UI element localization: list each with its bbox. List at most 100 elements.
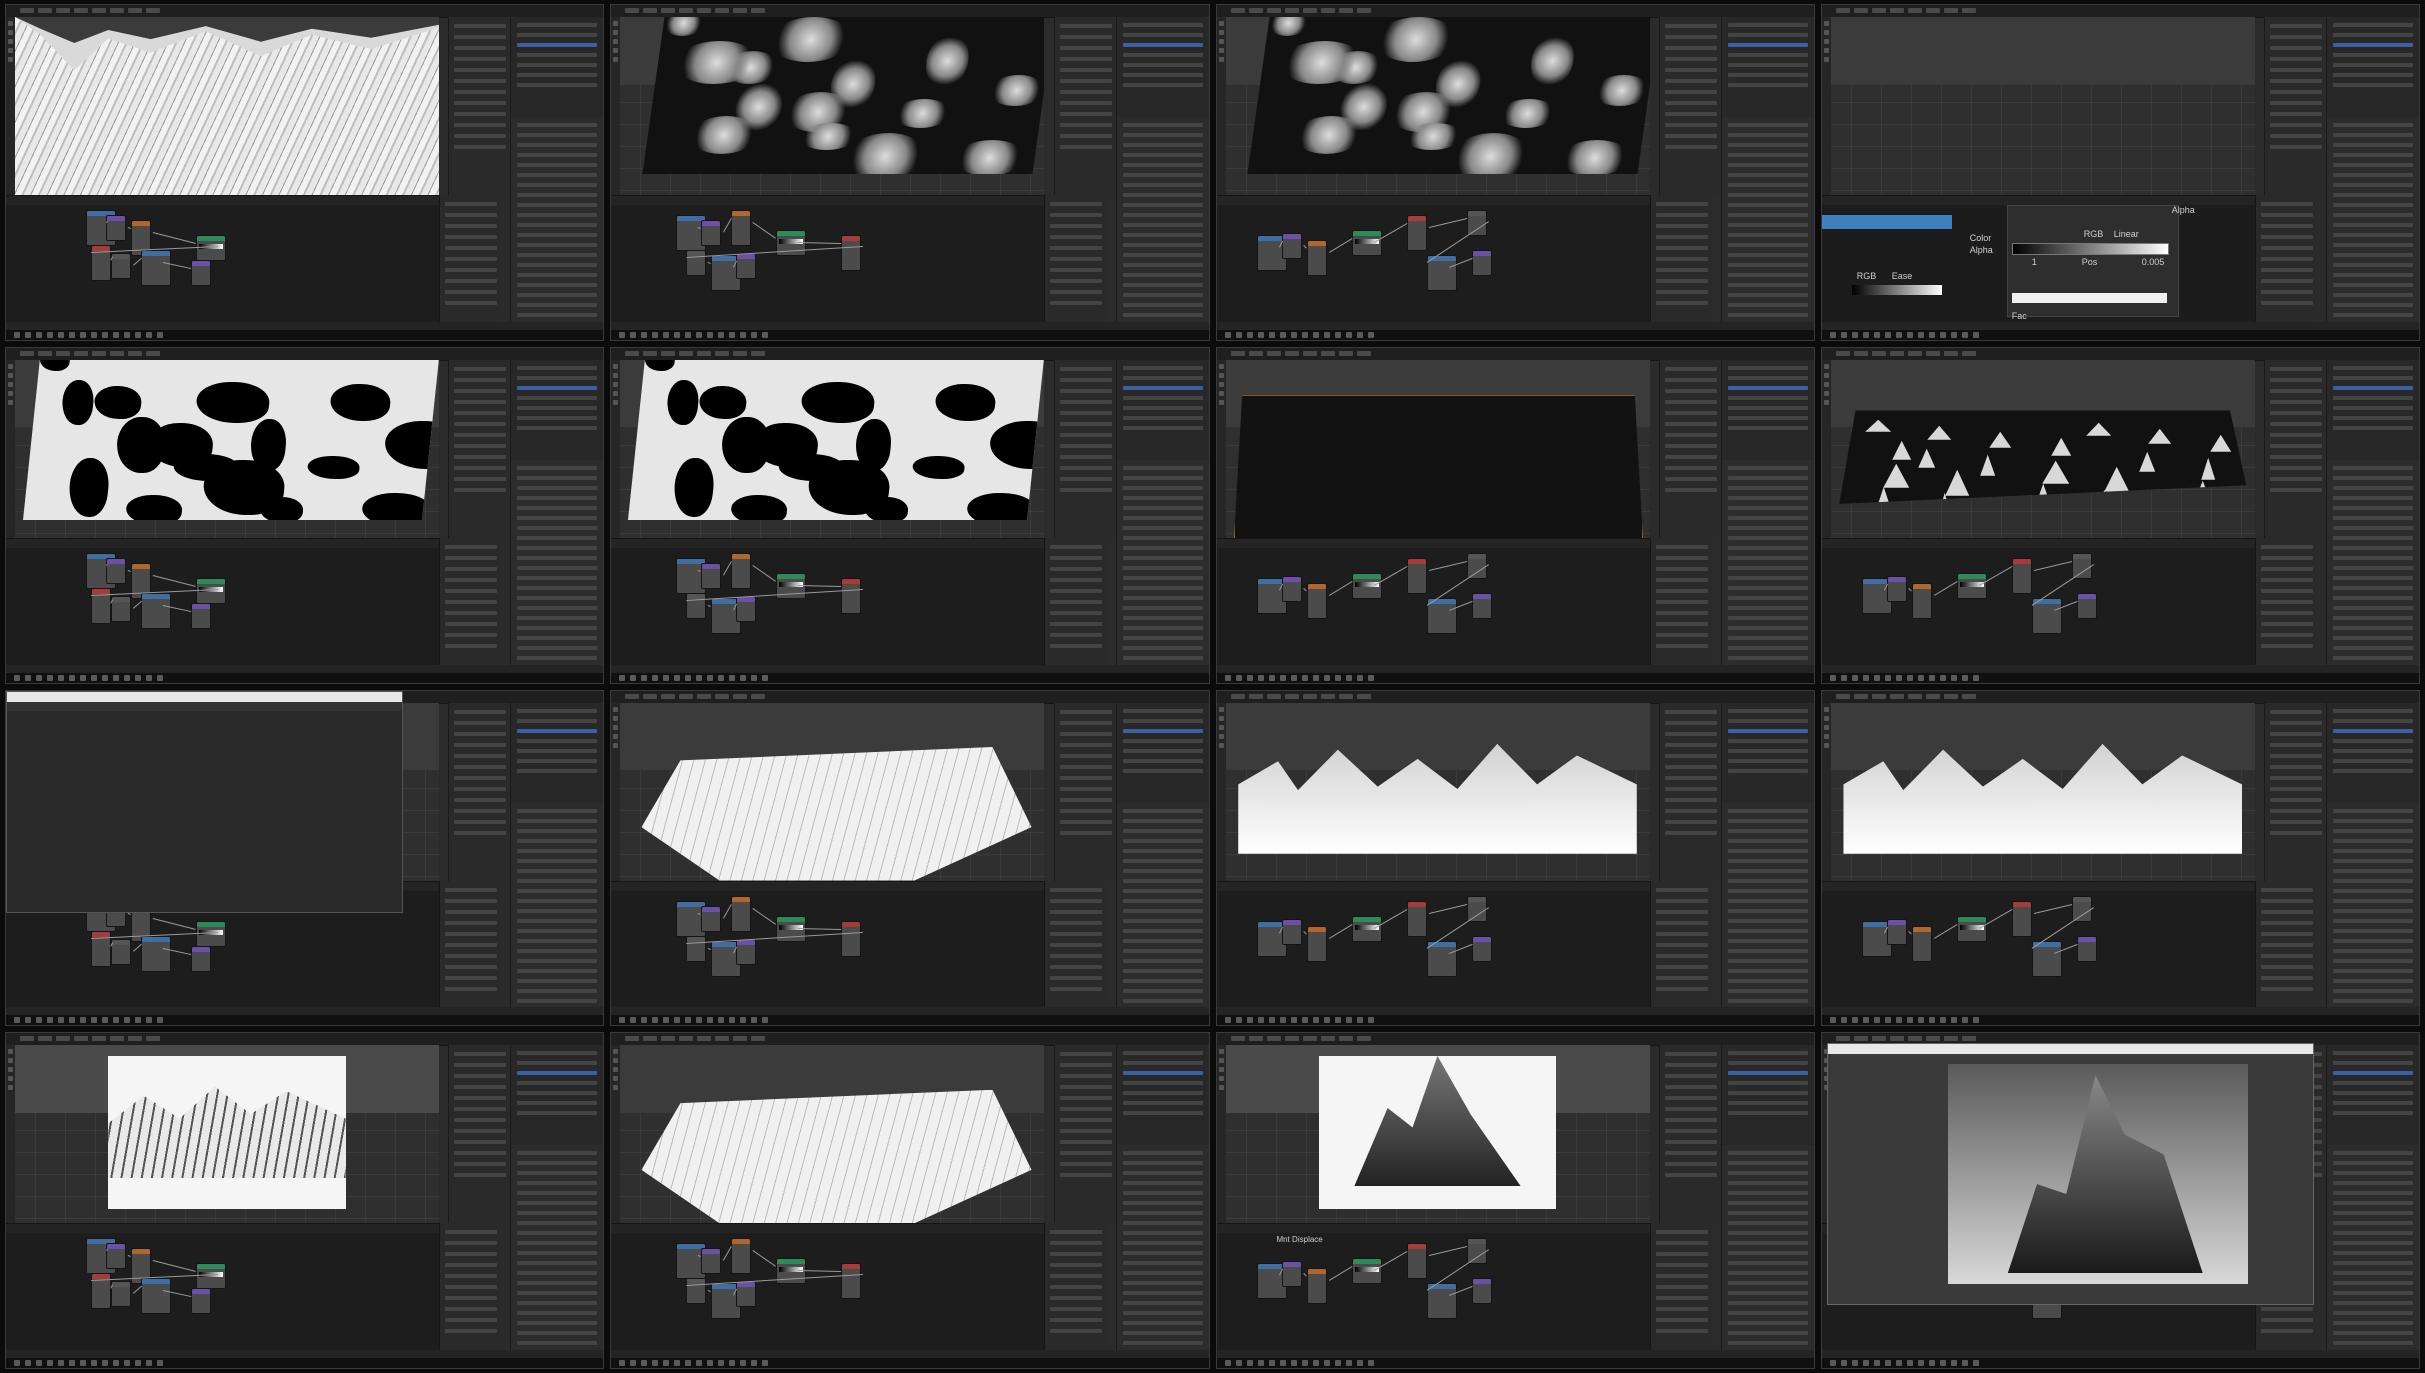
shader-node[interactable]: [1306, 582, 1327, 619]
panel-field[interactable]: [1664, 35, 1717, 39]
taskbar-app-icon[interactable]: [1840, 674, 1847, 681]
taskbar-app-icon[interactable]: [124, 674, 130, 681]
panel-field[interactable]: [1664, 410, 1717, 415]
menu-item[interactable]: [1871, 8, 1886, 13]
taskbar-app-icon[interactable]: [751, 1017, 758, 1024]
panel-field[interactable]: [2270, 79, 2322, 83]
panel-field[interactable]: [1664, 1151, 1717, 1156]
outliner-item[interactable]: [1727, 23, 1808, 27]
move-tool-icon[interactable]: [613, 1058, 619, 1064]
node-panel-field[interactable]: [1655, 953, 1708, 958]
taskbar-app-icon[interactable]: [25, 1017, 31, 1024]
property-row[interactable]: [1122, 998, 1203, 1003]
menu-item[interactable]: [1853, 8, 1868, 13]
property-row[interactable]: [1727, 1251, 1808, 1256]
taskbar-app-icon[interactable]: [146, 1360, 152, 1366]
property-row[interactable]: [2333, 1331, 2413, 1336]
node-panel-field[interactable]: [2260, 632, 2313, 637]
outliner-item[interactable]: [1122, 1061, 1203, 1066]
panel-field[interactable]: [1664, 753, 1717, 758]
menu-item[interactable]: [92, 350, 106, 356]
node-editor[interactable]: [611, 1233, 1045, 1367]
3d-viewport[interactable]: [1830, 359, 2255, 538]
taskbar-app-icon[interactable]: [1895, 674, 1902, 681]
taskbar-app-icon[interactable]: [751, 331, 758, 338]
node-panel-field[interactable]: [1050, 577, 1103, 582]
outliner-item[interactable]: [1727, 1071, 1808, 1076]
property-row[interactable]: [1122, 848, 1203, 853]
menu-item[interactable]: [661, 350, 676, 356]
outliner-item[interactable]: [2333, 415, 2413, 420]
panel-field[interactable]: [2270, 366, 2322, 371]
property-row[interactable]: [1727, 1311, 1808, 1316]
taskbar-app-icon[interactable]: [685, 1360, 692, 1366]
menu-item[interactable]: [679, 1036, 694, 1042]
menu-item[interactable]: [1302, 350, 1317, 356]
outliner-item[interactable]: [1727, 375, 1808, 380]
taskbar-app-icon[interactable]: [14, 674, 20, 681]
property-row[interactable]: [1122, 655, 1203, 660]
outliner-item[interactable]: [1122, 758, 1203, 763]
menu-item[interactable]: [74, 1036, 88, 1042]
taskbar-app-icon[interactable]: [1961, 331, 1968, 338]
property-row[interactable]: [517, 998, 598, 1003]
panel-field[interactable]: [1664, 377, 1717, 382]
shader-node[interactable]: [2011, 900, 2032, 937]
property-row[interactable]: [1122, 898, 1203, 903]
3d-viewport[interactable]: [1225, 702, 1650, 881]
shader-node[interactable]: [1466, 895, 1487, 922]
taskbar-app-icon[interactable]: [619, 1017, 626, 1024]
property-row[interactable]: [1122, 978, 1203, 983]
scale-tool-icon[interactable]: [613, 1076, 619, 1082]
taskbar-app-icon[interactable]: [1301, 674, 1308, 681]
taskbar-app-icon[interactable]: [113, 331, 119, 338]
panel-field[interactable]: [454, 1074, 507, 1079]
taskbar-app-icon[interactable]: [69, 674, 75, 681]
node-panel-field[interactable]: [1655, 964, 1708, 969]
shader-node[interactable]: [1281, 1261, 1302, 1288]
node-panel-field[interactable]: [1050, 975, 1103, 980]
taskbar-app-icon[interactable]: [707, 1017, 714, 1024]
node-panel-field[interactable]: [445, 566, 497, 571]
menu-item[interactable]: [1835, 8, 1850, 13]
rotate-tool-icon[interactable]: [1218, 1067, 1224, 1073]
property-row[interactable]: [1727, 1231, 1808, 1236]
outliner-item[interactable]: [517, 73, 598, 77]
property-row[interactable]: [517, 625, 598, 630]
panel-field[interactable]: [1664, 46, 1717, 50]
node-panel-field[interactable]: [445, 588, 497, 593]
taskbar-app-icon[interactable]: [762, 1360, 769, 1366]
taskbar-app-icon[interactable]: [1873, 674, 1880, 681]
panel-field[interactable]: [1059, 399, 1112, 404]
property-row[interactable]: [517, 968, 598, 973]
add-object-icon[interactable]: [613, 21, 619, 26]
outliner-item[interactable]: [517, 375, 598, 380]
node-panel-field[interactable]: [1050, 942, 1103, 947]
node-panel-field[interactable]: [1050, 887, 1103, 892]
node-panel-field[interactable]: [2260, 898, 2313, 903]
taskbar-app-icon[interactable]: [1279, 1360, 1286, 1366]
menu-item[interactable]: [1889, 8, 1904, 13]
shader-node[interactable]: [196, 1263, 226, 1290]
taskbar-app-icon[interactable]: [102, 1017, 108, 1024]
outliner-item[interactable]: [1122, 1091, 1203, 1096]
panel-field[interactable]: [2270, 830, 2322, 835]
taskbar-app-icon[interactable]: [91, 1017, 97, 1024]
property-row[interactable]: [517, 555, 598, 560]
render-window[interactable]: [1826, 1043, 2314, 1306]
outliner-item[interactable]: [2333, 33, 2413, 37]
menu-item[interactable]: [38, 8, 52, 13]
property-row[interactable]: [2333, 878, 2413, 883]
taskbar-app-icon[interactable]: [1961, 674, 1968, 681]
panel-field[interactable]: [454, 487, 507, 492]
panel-field[interactable]: [454, 1107, 507, 1112]
property-row[interactable]: [517, 273, 598, 277]
taskbar-app-icon[interactable]: [1961, 1360, 1968, 1366]
shader-node[interactable]: [1471, 935, 1492, 962]
taskbar-app-icon[interactable]: [1961, 1017, 1968, 1024]
panel-field[interactable]: [454, 101, 507, 105]
outliner-item[interactable]: [1122, 1051, 1203, 1056]
property-row[interactable]: [2333, 243, 2413, 247]
outliner-item[interactable]: [1122, 53, 1203, 57]
node-panel-field[interactable]: [445, 1307, 497, 1312]
